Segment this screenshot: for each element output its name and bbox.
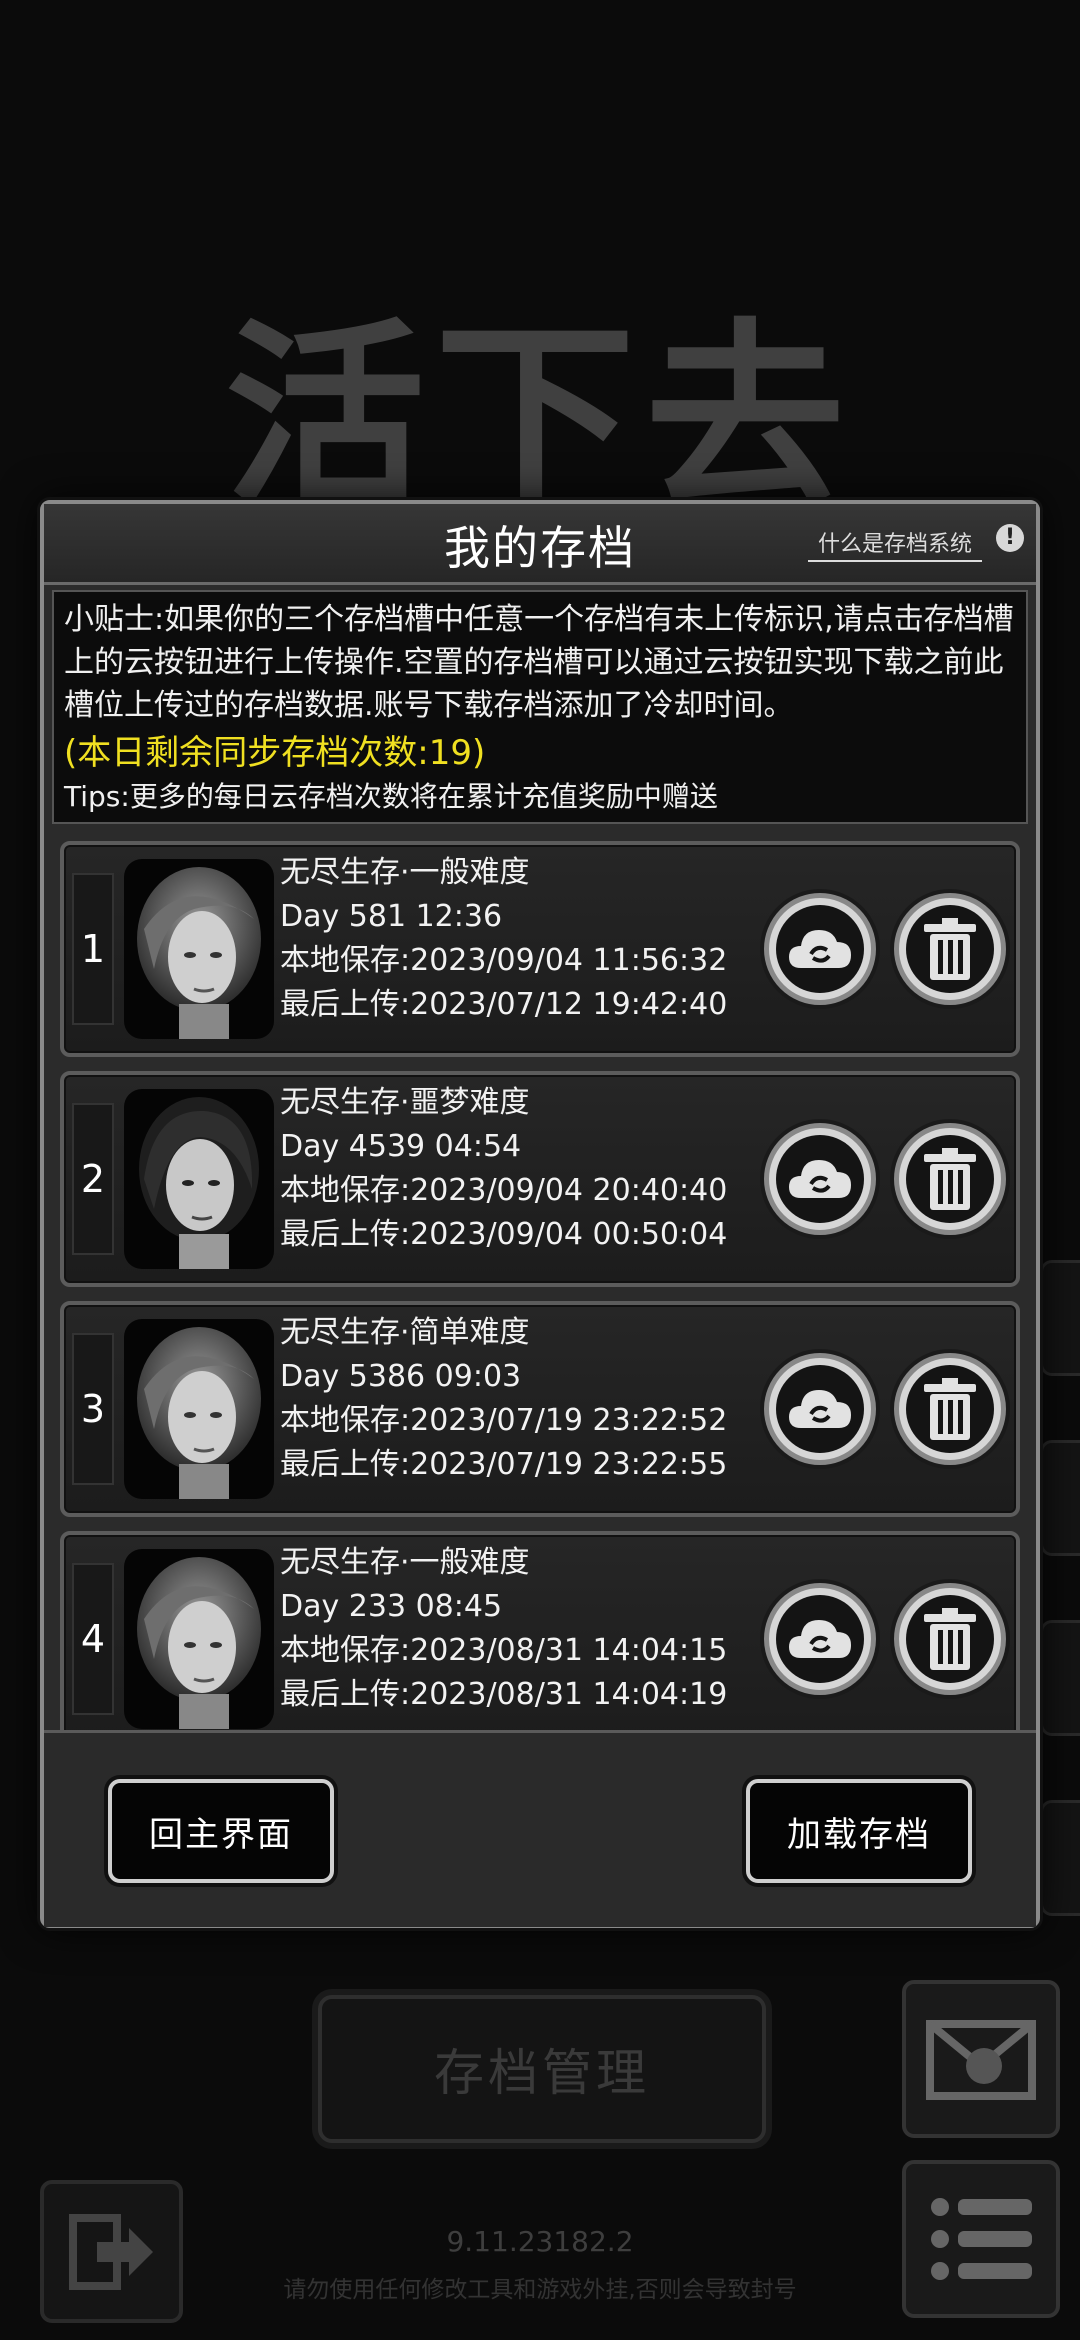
slot-mode: 无尽生存·简单难度 <box>280 1315 530 1350</box>
dialog-header: 我的存档 什么是存档系统 ! <box>44 504 1036 585</box>
cloud-sync-icon <box>789 1390 851 1428</box>
slot-last-upload: 最后上传:2023/09/04 00:50:04 <box>280 1217 728 1252</box>
info-icon[interactable]: ! <box>996 524 1024 552</box>
avatar <box>124 1549 274 1729</box>
slot-info: 无尽生存·一般难度 Day 581 12:36 本地保存:2023/09/04 … <box>280 851 727 1027</box>
slot-day: Day 233 08:45 <box>280 1589 503 1624</box>
save-manage-button[interactable]: 存档管理 <box>318 1995 766 2143</box>
slot-mode: 无尽生存·一般难度 <box>280 1545 530 1580</box>
cloud-sync-button[interactable] <box>764 1583 876 1695</box>
warning-text: 请勿使用任何修改工具和游戏外挂,否则会导致封号 <box>283 2277 797 2303</box>
trash-icon <box>924 1378 976 1440</box>
cloud-sync-icon <box>789 1620 851 1658</box>
trash-icon <box>924 918 976 980</box>
slot-info: 无尽生存·噩梦难度 Day 4539 04:54 本地保存:2023/09/04… <box>280 1081 727 1257</box>
delete-button[interactable] <box>894 1123 1006 1235</box>
cloud-sync-icon <box>789 930 851 968</box>
slot-day: Day 4539 04:54 <box>280 1129 522 1164</box>
save-slot[interactable]: 2 无尽生存·噩梦难度 Day 4539 04:54 本地保存:2023/09/… <box>60 1071 1020 1287</box>
mail-button[interactable] <box>902 1980 1060 2138</box>
save-slot[interactable]: 3 无尽生存·简单难度 Day 5386 09:03 本地保存:2023/07/… <box>60 1301 1020 1517</box>
slot-number: 2 <box>72 1103 114 1255</box>
slot-local-save: 本地保存:2023/07/19 23:22:52 <box>280 1403 728 1438</box>
delete-button[interactable] <box>894 1583 1006 1695</box>
save-slot[interactable]: 1 无尽生存·一般难度 Day 581 12:36 本地保存:2023/09/0… <box>60 841 1020 1057</box>
slot-mode: 无尽生存·一般难度 <box>280 855 530 890</box>
save-manage-label: 存档管理 <box>434 2044 650 2102</box>
cloud-sync-button[interactable] <box>764 1123 876 1235</box>
slot-info: 无尽生存·简单难度 Day 5386 09:03 本地保存:2023/07/19… <box>280 1311 727 1487</box>
side-button-right-3[interactable] <box>1040 1620 1080 1736</box>
tips-extra-text: Tips:更多的每日云存档次数将在累计充值奖励中赠送 <box>64 780 718 813</box>
cloud-sync-button[interactable] <box>764 893 876 1005</box>
save-dialog: 我的存档 什么是存档系统 ! 小贴士:如果你的三个存档槽中任意一个存档有未上传标… <box>40 500 1040 1928</box>
slot-number: 1 <box>72 873 114 1025</box>
load-save-button[interactable]: 加载存档 <box>746 1779 972 1883</box>
side-button-right-1[interactable] <box>1040 1260 1080 1376</box>
slot-last-upload: 最后上传:2023/07/19 23:22:55 <box>280 1447 728 1482</box>
portrait-icon <box>137 867 261 1039</box>
slot-day: Day 5386 09:03 <box>280 1359 522 1394</box>
avatar <box>124 859 274 1039</box>
cloud-sync-button[interactable] <box>764 1353 876 1465</box>
slot-info: 无尽生存·一般难度 Day 233 08:45 本地保存:2023/08/31 … <box>280 1541 727 1717</box>
slot-local-save: 本地保存:2023/09/04 11:56:32 <box>280 943 728 978</box>
delete-button[interactable] <box>894 1353 1006 1465</box>
tips-panel: 小贴士:如果你的三个存档槽中任意一个存档有未上传标识,请点击存档槽上的云按钮进行… <box>52 590 1028 824</box>
avatar <box>124 1089 274 1269</box>
portrait-icon <box>137 1557 261 1729</box>
mail-icon <box>926 2020 1036 2100</box>
home-button[interactable]: 回主界面 <box>108 1779 334 1883</box>
side-button-right-4[interactable] <box>1040 1800 1080 1916</box>
slot-last-upload: 最后上传:2023/07/12 19:42:40 <box>280 987 728 1022</box>
trash-icon <box>924 1608 976 1670</box>
delete-button[interactable] <box>894 893 1006 1005</box>
slot-number: 3 <box>72 1333 114 1485</box>
slot-local-save: 本地保存:2023/09/04 20:40:40 <box>280 1173 728 1208</box>
portrait-icon <box>139 1097 259 1269</box>
cloud-sync-icon <box>789 1160 851 1198</box>
slot-day: Day 581 12:36 <box>280 899 503 934</box>
slot-number: 4 <box>72 1563 114 1715</box>
slot-local-save: 本地保存:2023/08/31 14:04:15 <box>280 1633 728 1668</box>
slot-last-upload: 最后上传:2023/08/31 14:04:19 <box>280 1677 728 1712</box>
dialog-footer: 回主界面 加载存档 <box>44 1730 1036 1927</box>
save-slot-list[interactable]: 1 无尽生存·一般难度 Day 581 12:36 本地保存:2023/09/0… <box>54 837 1026 1730</box>
version-text: 9.11.23182.2 <box>446 2225 634 2258</box>
tips-text: 小贴士:如果你的三个存档槽中任意一个存档有未上传标识,请点击存档槽上的云按钮进行… <box>64 602 1014 723</box>
trash-icon <box>924 1148 976 1210</box>
slot-mode: 无尽生存·噩梦难度 <box>280 1085 530 1120</box>
side-button-right-2[interactable] <box>1040 1440 1080 1556</box>
help-link[interactable]: 什么是存档系统 <box>807 526 982 562</box>
save-slot[interactable]: 4 无尽生存·一般难度 Day 233 08:45 本地保存:2023/08/3… <box>60 1531 1020 1730</box>
portrait-icon <box>137 1327 261 1499</box>
sync-remaining-text: (本日剩余同步存档次数:19) <box>64 733 486 773</box>
avatar <box>124 1319 274 1499</box>
